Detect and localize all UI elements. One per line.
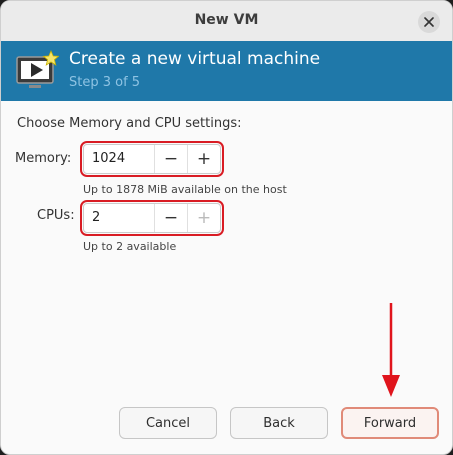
vm-screen-icon (16, 50, 59, 88)
banner-title: Create a new virtual machine (69, 49, 321, 69)
memory-increment-button[interactable]: + (187, 145, 220, 173)
cpus-decrement-button[interactable]: − (154, 204, 187, 232)
window-title: New VM (194, 12, 259, 28)
memory-label: Memory: (15, 151, 72, 166)
close-button[interactable] (418, 11, 440, 33)
titlebar: New VM (1, 1, 452, 42)
cpus-input[interactable]: 2 (84, 204, 154, 232)
forward-button[interactable]: Forward (341, 407, 439, 439)
memory-hint: Up to 1878 MiB available on the host (83, 183, 287, 196)
cancel-button[interactable]: Cancel (119, 407, 217, 439)
memory-decrement-button[interactable]: − (154, 145, 187, 173)
header-banner: Create a new virtual machine Step 3 of 5 (1, 41, 452, 101)
section-heading: Choose Memory and CPU settings: (17, 116, 242, 131)
arrow-down-icon (382, 303, 400, 397)
back-button[interactable]: Back (230, 407, 328, 439)
memory-input[interactable]: 1024 (84, 145, 154, 173)
cpus-increment-button[interactable]: + (187, 204, 220, 232)
cpus-label: CPUs: (37, 208, 75, 223)
close-icon (424, 17, 434, 27)
new-vm-dialog: New VM Create a new virtual machine Step… (0, 0, 453, 455)
cpus-hint: Up to 2 available (83, 240, 177, 253)
memory-spinbox: 1024 − + (80, 141, 224, 177)
cpus-spinbox: 2 − + (80, 200, 224, 236)
step-indicator: Step 3 of 5 (69, 75, 141, 90)
